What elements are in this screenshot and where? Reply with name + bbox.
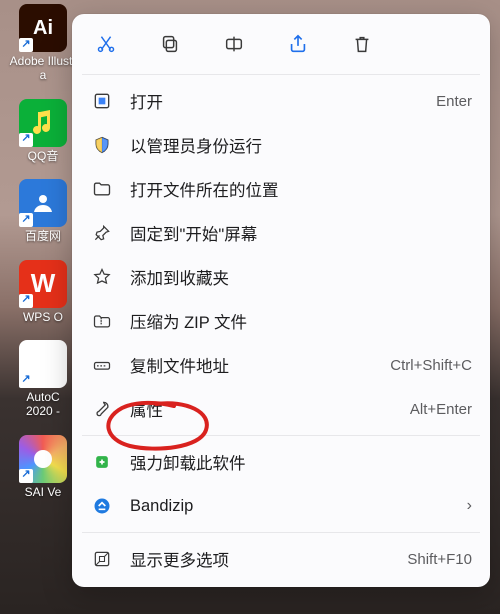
- desktop-icon-baidu-netdisk[interactable]: 百度网: [8, 179, 78, 243]
- bandizip-icon: [90, 494, 114, 518]
- shortcut-badge-icon: [19, 213, 33, 227]
- rename-icon: [223, 33, 245, 55]
- menu-item-label: 强力卸载此软件: [130, 450, 472, 474]
- menu-item-pin-start[interactable]: 固定到"开始"屏幕: [78, 211, 484, 255]
- desktop-icon-sai[interactable]: SAI Ve: [8, 435, 78, 499]
- menu-item-shortcut: Ctrl+Shift+C: [390, 357, 472, 374]
- menu-item-label: 压缩为 ZIP 文件: [130, 309, 472, 333]
- menu-item-force-uninstall[interactable]: 强力卸载此软件: [78, 440, 484, 484]
- menu-item-shortcut: Enter: [436, 93, 472, 110]
- desktop-icon-adobe-illustrator[interactable]: Ai Adobe Illustra: [8, 4, 78, 83]
- cut-icon: [95, 33, 117, 55]
- shortcut-badge-icon: [19, 469, 33, 483]
- zip-icon: [90, 309, 114, 333]
- separator: [82, 435, 480, 436]
- desktop-icon-label: 百度网: [25, 229, 61, 243]
- desktop-icon-label: SAI Ve: [25, 485, 62, 499]
- menu-item-label: 添加到收藏夹: [130, 265, 472, 289]
- app-tile: [19, 179, 67, 227]
- menu-item-label: Bandizip: [130, 497, 459, 516]
- rename-button[interactable]: [216, 28, 252, 60]
- menu-item-open-location[interactable]: 打开文件所在的位置: [78, 167, 484, 211]
- separator: [82, 74, 480, 75]
- more-icon: [90, 547, 114, 571]
- context-menu: 打开 Enter 以管理员身份运行 打开文件所在的位置 固定到"开始"屏幕 添加…: [72, 14, 490, 587]
- star-icon: [90, 265, 114, 289]
- delete-icon: [351, 33, 373, 55]
- pin-icon: [90, 221, 114, 245]
- chevron-right-icon: ›: [467, 497, 472, 515]
- separator: [82, 532, 480, 533]
- menu-item-label: 复制文件地址: [130, 353, 390, 377]
- app-tile: Ai: [19, 4, 67, 52]
- desktop-icon-label: AutoC 2020 -: [26, 390, 60, 419]
- tile-text: W: [31, 268, 56, 299]
- desktop-icon-label: QQ音: [28, 149, 59, 163]
- desktop-icon-qq-music[interactable]: QQ音: [8, 99, 78, 163]
- share-icon: [287, 33, 309, 55]
- menu-item-label: 打开: [130, 89, 436, 113]
- desktop-icon-autocad[interactable]: A AutoC 2020 -: [8, 340, 78, 419]
- desktop-icons-column: Ai Adobe Illustra QQ音 百度网 W WPS O A Auto…: [8, 4, 78, 499]
- context-menu-top-actions: [78, 20, 484, 70]
- cut-button[interactable]: [88, 28, 124, 60]
- desktop-icon-label: WPS O: [23, 310, 63, 324]
- menu-item-label: 固定到"开始"屏幕: [130, 221, 472, 245]
- app-tile: [19, 99, 67, 147]
- desktop-icon-label: Adobe Illustra: [8, 54, 78, 83]
- copy-button[interactable]: [152, 28, 188, 60]
- menu-item-bandizip[interactable]: Bandizip ›: [78, 484, 484, 528]
- app-tile: W: [19, 260, 67, 308]
- shield-icon: [90, 133, 114, 157]
- tile-text: Ai: [33, 17, 53, 40]
- desktop-icon-wps-office[interactable]: W WPS O: [8, 260, 78, 324]
- menu-item-compress-zip[interactable]: 压缩为 ZIP 文件: [78, 299, 484, 343]
- share-button[interactable]: [280, 28, 316, 60]
- menu-item-label: 以管理员身份运行: [130, 133, 472, 157]
- menu-item-properties[interactable]: 属性 Alt+Enter: [78, 387, 484, 431]
- menu-item-shortcut: Shift+F10: [407, 551, 472, 568]
- copy-icon: [159, 33, 181, 55]
- shortcut-badge-icon: [19, 374, 33, 388]
- path-icon: [90, 353, 114, 377]
- folder-icon: [90, 177, 114, 201]
- menu-item-label: 打开文件所在的位置: [130, 177, 472, 201]
- shortcut-badge-icon: [19, 133, 33, 147]
- delete-button[interactable]: [344, 28, 380, 60]
- menu-item-open[interactable]: 打开 Enter: [78, 79, 484, 123]
- shortcut-badge-icon: [19, 294, 33, 308]
- menu-item-run-as-admin[interactable]: 以管理员身份运行: [78, 123, 484, 167]
- menu-item-show-more[interactable]: 显示更多选项 Shift+F10: [78, 537, 484, 581]
- app-tile: [19, 435, 67, 483]
- shortcut-badge-icon: [19, 38, 33, 52]
- wrench-icon: [90, 397, 114, 421]
- menu-item-label: 属性: [130, 397, 410, 421]
- menu-item-shortcut: Alt+Enter: [410, 401, 472, 418]
- open-icon: [90, 89, 114, 113]
- tile-text: A: [36, 352, 50, 375]
- app-tile: A: [19, 340, 67, 388]
- menu-item-label: 显示更多选项: [130, 547, 407, 571]
- uninstall-icon: [90, 450, 114, 474]
- menu-item-add-favorites[interactable]: 添加到收藏夹: [78, 255, 484, 299]
- menu-item-copy-path[interactable]: 复制文件地址 Ctrl+Shift+C: [78, 343, 484, 387]
